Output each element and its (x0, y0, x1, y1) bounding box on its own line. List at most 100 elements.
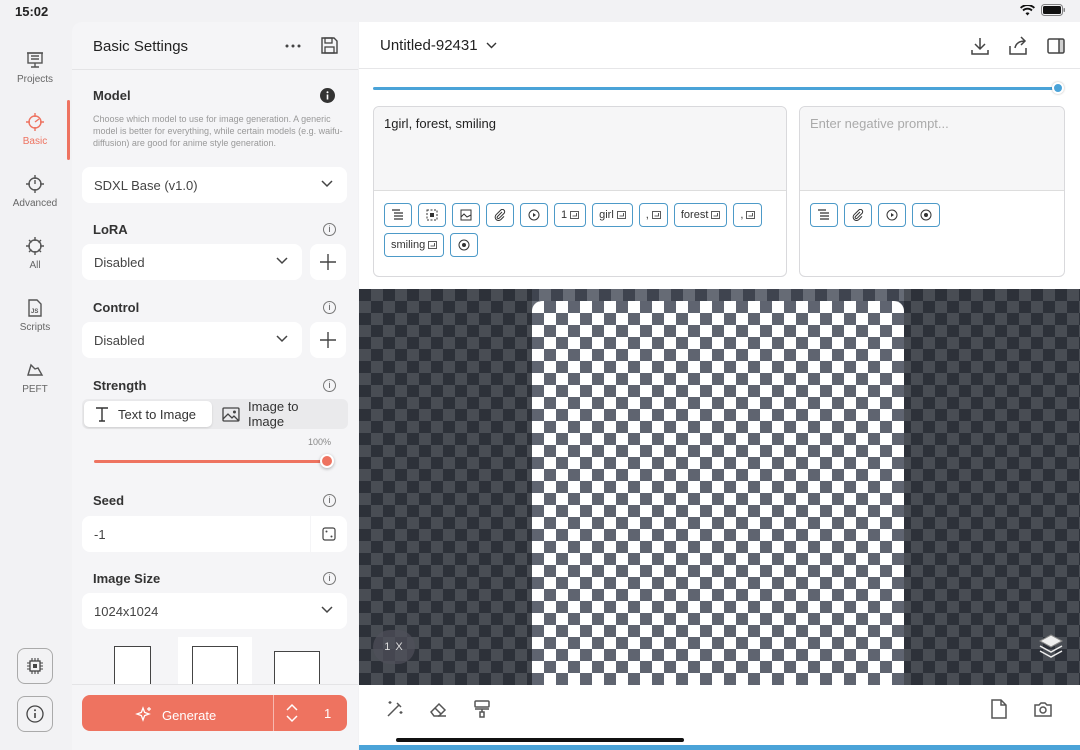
all-icon (26, 237, 44, 255)
image-size-select[interactable]: 1024x1024 (82, 593, 347, 629)
sidebar-toggle-icon[interactable] (1046, 36, 1066, 56)
chevron-down-icon (321, 180, 333, 188)
prompt-chips: 1 girl , forest , smiling (384, 203, 776, 257)
size-preset-square[interactable] (192, 646, 238, 686)
token-chip[interactable]: forest (673, 203, 728, 227)
layers-icon[interactable] (1036, 631, 1066, 661)
strength-info-icon[interactable]: i (323, 379, 336, 392)
image-to-image-label: Image to Image (247, 399, 299, 429)
play-chip[interactable] (878, 203, 906, 227)
document-title-button[interactable]: Untitled-92431 (380, 37, 497, 54)
about-button[interactable] (17, 696, 53, 732)
camera-icon[interactable] (1033, 699, 1053, 719)
size-preset-portrait[interactable] (114, 646, 151, 686)
mode-segmented-control: Text to Image Image to Image (82, 399, 348, 429)
rail-item-basic[interactable]: Basic (0, 100, 70, 160)
basic-settings-panel: Basic Settings Model Choose which model … (72, 22, 358, 750)
record-chip[interactable] (450, 233, 479, 257)
strength-slider[interactable] (94, 454, 334, 468)
rail-item-all[interactable]: All (0, 236, 70, 271)
negative-chips (810, 203, 1054, 227)
control-info-icon[interactable]: i (323, 301, 336, 314)
chevron-down-icon (321, 606, 333, 614)
main-area: Untitled-92431 1girl, forest, smiling 1 … (359, 22, 1080, 750)
rail-item-peft[interactable]: PEFT (0, 360, 70, 395)
attach-chip[interactable] (486, 203, 514, 227)
battery-icon (1041, 4, 1065, 16)
image-size-value: 1024x1024 (94, 604, 159, 619)
text-format-icon (818, 209, 829, 220)
select-region-icon (426, 209, 438, 221)
info-icon (26, 705, 44, 723)
lora-select[interactable]: Disabled (82, 244, 302, 280)
chip-settings-button[interactable] (17, 648, 53, 684)
token-label: smiling (391, 239, 426, 251)
projects-icon (27, 52, 43, 68)
negative-prompt-input[interactable]: Enter negative prompt... (800, 107, 1064, 191)
image-to-image-tab[interactable]: Image to Image (212, 399, 348, 429)
active-edge-indicator (359, 745, 1080, 750)
share-icon[interactable] (1008, 36, 1028, 56)
new-document-icon[interactable] (990, 699, 1008, 719)
select-region-chip[interactable] (418, 203, 446, 227)
text-format-chip[interactable] (384, 203, 412, 227)
token-chip[interactable]: , (638, 203, 668, 227)
home-indicator[interactable] (396, 738, 684, 742)
image-size-label: Image Size (93, 571, 161, 586)
prompt-input[interactable]: 1girl, forest, smiling (374, 107, 786, 191)
more-icon[interactable] (285, 44, 301, 48)
text-format-icon (392, 209, 403, 220)
image-canvas[interactable]: 1 X (359, 289, 1080, 685)
return-icon (711, 211, 721, 219)
add-control-button[interactable] (310, 322, 346, 358)
random-seed-button[interactable] (311, 516, 347, 552)
progress-knob[interactable] (1052, 82, 1064, 94)
rail-item-scripts[interactable]: JS Scripts (0, 298, 70, 333)
seed-info-icon[interactable]: i (323, 494, 336, 507)
wifi-icon (1020, 4, 1035, 15)
zoom-indicator[interactable]: 1 X (373, 630, 415, 664)
record-chip[interactable] (912, 203, 940, 227)
save-icon[interactable] (320, 36, 339, 55)
control-label: Control (93, 300, 140, 315)
paint-roller-icon[interactable] (472, 699, 492, 719)
model-info-icon[interactable] (320, 88, 335, 103)
text-format-chip[interactable] (810, 203, 838, 227)
rail-label: Projects (16, 74, 54, 85)
play-chip[interactable] (520, 203, 548, 227)
status-time: 15:02 (15, 4, 49, 19)
eraser-icon[interactable] (428, 699, 448, 719)
lora-info-icon[interactable]: i (323, 223, 336, 236)
panel-title: Basic Settings (93, 38, 189, 55)
generate-button[interactable]: Generate 1 (82, 695, 347, 731)
main-toolbar: Untitled-92431 (359, 22, 1080, 69)
rail-label: All (29, 260, 41, 271)
generation-frame[interactable] (532, 301, 904, 685)
image-size-info-icon[interactable]: i (323, 572, 336, 585)
token-chip[interactable]: 1 (554, 203, 587, 227)
token-chip[interactable]: smiling (384, 233, 445, 257)
control-select[interactable]: Disabled (82, 322, 302, 358)
add-lora-button[interactable] (310, 244, 346, 280)
seed-value: -1 (94, 527, 106, 542)
image-icon (460, 209, 472, 221)
magic-wand-icon[interactable] (385, 699, 405, 719)
stepper-icon[interactable] (285, 703, 299, 723)
seed-input[interactable]: -1 (82, 516, 310, 552)
generate-label: Generate (162, 707, 217, 723)
strength-slider-knob[interactable] (320, 454, 334, 468)
rail-label: PEFT (22, 384, 48, 395)
image-chip[interactable] (452, 203, 480, 227)
download-icon[interactable] (970, 36, 990, 56)
attach-chip[interactable] (844, 203, 872, 227)
token-chip[interactable]: , (733, 203, 763, 227)
model-select[interactable]: SDXL Base (v1.0) (82, 167, 347, 203)
rail-item-advanced[interactable]: Advanced (0, 174, 70, 209)
text-to-image-tab[interactable]: Text to Image (84, 401, 212, 427)
progress-slider[interactable] (373, 82, 1064, 94)
token-chip[interactable]: girl (592, 203, 633, 227)
canvas-dim-left (359, 289, 532, 685)
sparkle-icon (135, 706, 151, 722)
rail-item-projects[interactable]: Projects (0, 50, 70, 85)
size-preset-landscape[interactable] (274, 651, 320, 686)
